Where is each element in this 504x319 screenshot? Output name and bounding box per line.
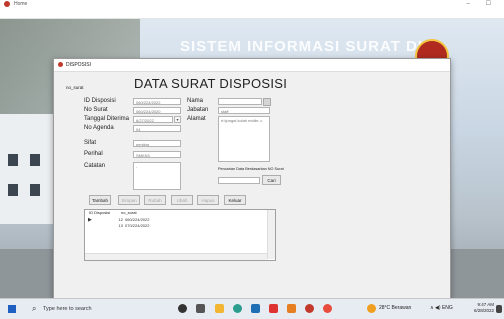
no-surat-label: no_surat — [66, 85, 84, 90]
label-no-surat: No Surat — [84, 107, 108, 113]
keluar-button[interactable]: Keluar — [224, 195, 246, 205]
label-alamat: Alamat — [187, 116, 206, 122]
perihal-field[interactable]: SMKN3 — [133, 151, 181, 158]
table-row[interactable]: 13 070/224/2022 — [85, 223, 265, 229]
label-id-disposisi: ID Disposisi — [84, 98, 116, 104]
col-no-surat[interactable]: no_surat — [121, 210, 137, 215]
sifat-field[interactable]: penting — [133, 140, 181, 147]
tambah-button[interactable]: Tambah — [89, 195, 111, 205]
hapus-button[interactable]: Hapus — [197, 195, 219, 205]
taskbar: ⌕ Type here to search 28°C Berawan ∧ ◀) … — [0, 298, 504, 319]
label-nama: Nama — [187, 98, 204, 104]
window-app-icon — [58, 62, 63, 67]
grid-vertical-scrollbar[interactable] — [267, 210, 275, 259]
label-tanggal-diterima: Tanggal Diterima — [84, 116, 130, 122]
app-icon-red[interactable] — [269, 304, 278, 313]
cari-button[interactable]: Cari — [262, 175, 281, 185]
nama-select[interactable] — [218, 98, 262, 105]
search-icon: ⌕ — [32, 304, 37, 313]
app-icon-ball[interactable] — [305, 304, 314, 313]
nama-dropdown-icon[interactable] — [263, 97, 271, 106]
simpan-button[interactable]: Simpan — [118, 195, 140, 205]
catatan-field[interactable]: - — [133, 162, 181, 190]
rubah-button[interactable]: Rubah — [144, 195, 166, 205]
clock[interactable]: 9:47 AM 6/28/2022 — [470, 302, 494, 314]
weather-text[interactable]: 28°C Berawan — [379, 305, 411, 311]
search-label: Pencarian Data Berdasarkan NO Surat — [218, 167, 284, 171]
jabatan-field[interactable]: staff — [218, 107, 270, 114]
tanggal-diterima-field[interactable]: 6/27/2022 — [133, 116, 173, 123]
app-logo-icon — [4, 1, 10, 7]
clock-date: 6/28/2022 — [473, 308, 494, 313]
store-icon[interactable] — [251, 304, 260, 313]
file-explorer-icon[interactable] — [215, 304, 224, 313]
label-perihal: Perihal — [84, 151, 103, 157]
row-id: 12 — [118, 217, 123, 222]
window-controls[interactable]: – ☐ — [467, 0, 498, 7]
alamat-field[interactable]: rt.tjungai kolah mtdbr..c — [218, 116, 270, 162]
chrome-icon[interactable] — [323, 304, 332, 313]
form-heading: DATA SURAT DISPOSISI — [134, 76, 288, 91]
no-agenda-field[interactable]: 04 — [133, 125, 181, 132]
disposisi-data-grid[interactable]: ID Disposisi no_surat ▶ 12 060/224/2022 … — [84, 209, 276, 261]
edge-icon[interactable] — [233, 304, 242, 313]
app-title-bar: Home – ☐ — [0, 0, 504, 9]
label-sifat: Sifat — [84, 140, 97, 146]
notification-icon[interactable] — [496, 305, 502, 313]
app-icon-orange[interactable] — [287, 304, 296, 313]
row-no-surat: 060/224/2022 — [125, 217, 150, 222]
label-jabatan: Jabatan — [187, 107, 209, 113]
system-tray-icons[interactable]: ∧ ◀) ENG — [430, 305, 453, 311]
task-view-icon[interactable] — [196, 304, 205, 313]
taskbar-search[interactable]: ⌕ Type here to search — [28, 302, 143, 316]
grid-header: ID Disposisi no_surat — [85, 210, 265, 217]
calendar-icon[interactable]: ▾ — [174, 116, 181, 123]
cortana-icon[interactable] — [178, 304, 187, 313]
row-no-surat: 070/224/2022 — [125, 223, 150, 228]
ubah-button[interactable]: Ubah — [171, 195, 193, 205]
row-id: 13 — [118, 223, 123, 228]
window-title: DISPOSISI — [66, 61, 92, 68]
label-catatan: Catatan — [84, 163, 106, 169]
col-id-disposisi[interactable]: ID Disposisi — [89, 210, 119, 215]
label-no-agenda: No Agenda — [84, 125, 114, 131]
disposisi-titlebar: DISPOSISI — [54, 59, 450, 72]
search-placeholder: Type here to search — [43, 306, 92, 312]
windows-start-icon[interactable] — [8, 305, 16, 313]
weather-icon[interactable] — [367, 304, 376, 313]
id-disposisi-field[interactable]: 060/224/2022 — [133, 98, 181, 105]
disposisi-window: DISPOSISI no_surat DATA SURAT DISPOSISI … — [53, 58, 451, 300]
grid-horizontal-scrollbar[interactable] — [85, 253, 267, 260]
menu-bar: Surat Masuk Surat Keluar Anggota Laporan… — [0, 9, 504, 24]
no-surat-field[interactable]: 060/224/2020 — [133, 107, 181, 114]
background-banner-text: SISTEM INFORMASI SURAT DI — [180, 38, 424, 55]
search-no-surat-input[interactable] — [218, 177, 260, 184]
app-title: Home — [14, 1, 28, 7]
